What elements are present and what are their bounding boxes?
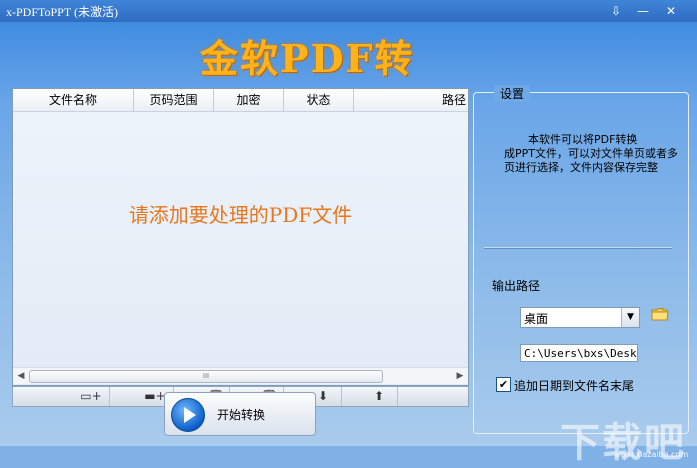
watermark-logo: 下载吧 www.xiazaiba.com	[560, 410, 690, 466]
description-line1: 本软件可以将PDF转换	[528, 133, 638, 146]
window-title: x-PDFToPPT (未激活)	[6, 5, 118, 19]
file-list-header: 文件名称 页码范围 加密 状态 路径	[13, 89, 468, 112]
tray-button[interactable]: ⇩	[606, 3, 626, 19]
watermark-text: 下载吧	[560, 419, 686, 466]
close-button[interactable]: ✕	[661, 3, 681, 19]
column-page-range[interactable]: 页码范围	[134, 89, 214, 111]
append-date-label[interactable]: 追加日期到文件名末尾	[514, 377, 634, 394]
app-banner: 金软PDF转PPT	[200, 36, 415, 128]
column-encryption[interactable]: 加密	[214, 89, 284, 111]
start-convert-button[interactable]: 开始转换	[164, 392, 316, 436]
watermark-url: www.xiazaiba.com	[614, 450, 689, 459]
start-convert-label: 开始转换	[217, 408, 266, 422]
output-location-select[interactable]: 桌面 ▼	[520, 307, 640, 328]
column-file-name[interactable]: 文件名称	[13, 89, 134, 111]
main-area: 金软PDF转PPT 文件名称 页码范围 加密 状态 路径 请添加要处理的PDF文…	[0, 22, 697, 466]
output-location-value: 桌面	[524, 312, 549, 326]
description-rest: 成PPT文件，可以对文件单页或者多页进行选择，文件内容保存完整	[504, 147, 678, 174]
add-file-button[interactable]: ▭+	[73, 387, 110, 406]
scroll-right-icon[interactable]: ▶	[452, 368, 468, 384]
move-up-button[interactable]: ⬆	[361, 387, 398, 406]
file-list[interactable]: 文件名称 页码范围 加密 状态 路径 请添加要处理的PDF文件 ◀ III ▶	[12, 88, 469, 386]
settings-divider	[484, 247, 672, 249]
minimize-button[interactable]: —	[633, 3, 653, 19]
empty-list-hint: 请添加要处理的PDF文件	[128, 203, 353, 227]
append-date-checkbox[interactable]: ✔	[496, 377, 511, 392]
folder-icon[interactable]	[651, 307, 669, 321]
play-icon	[171, 398, 205, 432]
output-path-label: 输出路径	[492, 279, 541, 293]
title-bar: x-PDFToPPT (未激活) ⇩ — ✕	[0, 0, 697, 22]
horizontal-scrollbar[interactable]: ◀ III ▶	[13, 367, 468, 384]
scroll-thumb[interactable]: III	[29, 370, 383, 383]
column-status[interactable]: 状态	[284, 89, 354, 111]
chevron-down-icon[interactable]: ▼	[621, 308, 639, 327]
scroll-left-icon[interactable]: ◀	[13, 368, 29, 384]
settings-group: 设置 本软件可以将PDF转换 成PPT文件，可以对文件单页或者多页进行选择，文件…	[473, 85, 689, 434]
settings-description: 本软件可以将PDF转换 成PPT文件，可以对文件单页或者多页进行选择，文件内容保…	[504, 133, 682, 175]
settings-legend: 设置	[494, 85, 531, 102]
column-path[interactable]: 路径	[354, 89, 468, 111]
output-path-field[interactable]: C:\Users\bxs\Desktc	[520, 344, 638, 362]
